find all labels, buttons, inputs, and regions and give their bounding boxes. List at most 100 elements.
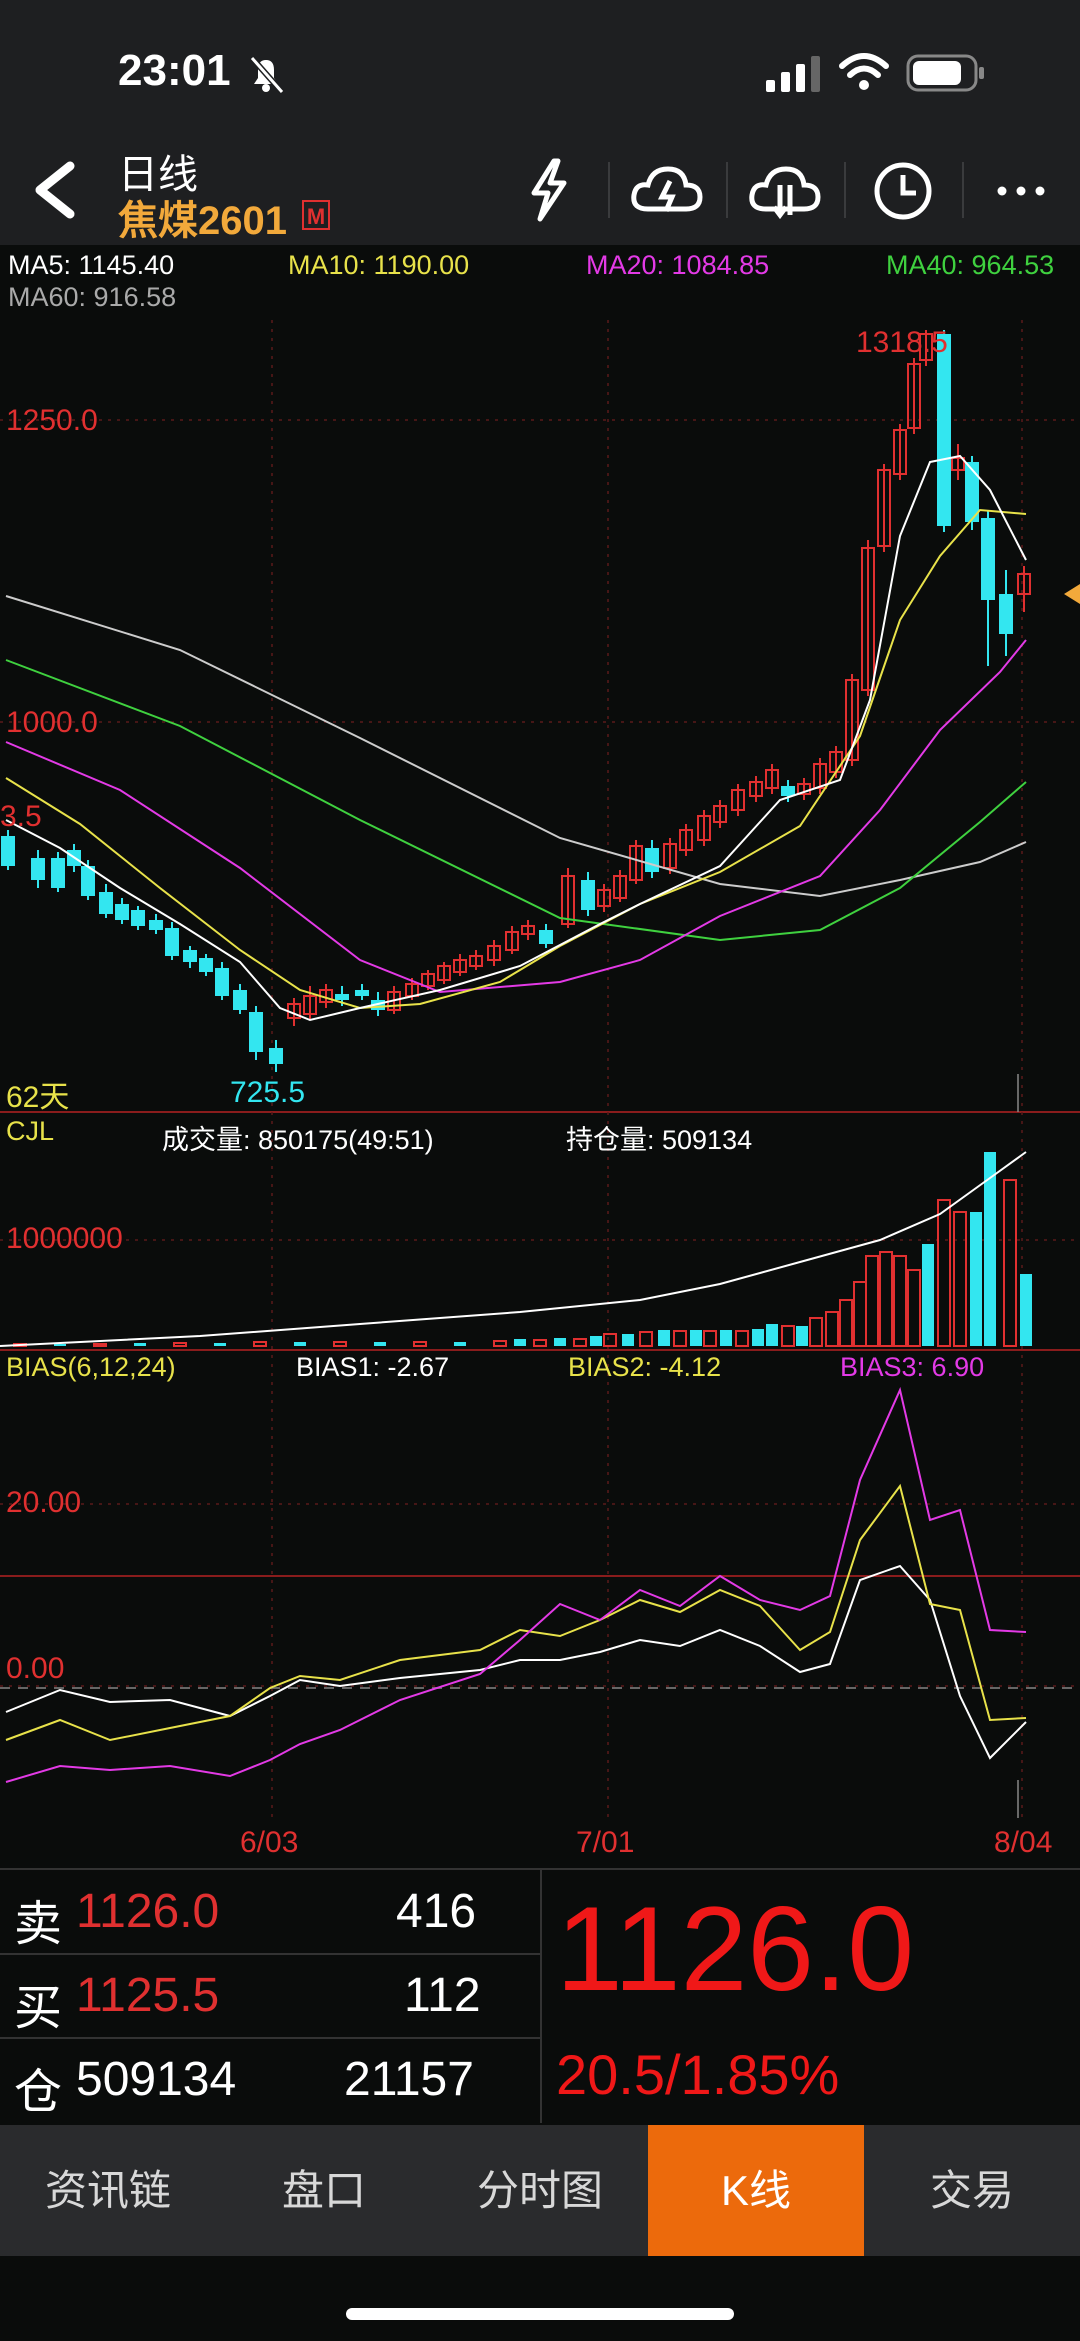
header-separator (962, 162, 964, 218)
volume-bar (953, 1211, 967, 1347)
quote-row-divider (0, 1953, 540, 1955)
candle-body (981, 518, 995, 600)
open-interest-line (0, 1151, 1027, 1347)
volume-bar (720, 1330, 732, 1346)
bias-y-label-20: 20.00 (6, 1486, 82, 1519)
volume-bar (781, 1325, 795, 1347)
candle-body (31, 858, 45, 880)
quote-row-divider (0, 2037, 540, 2039)
candlestick-series (1, 330, 1031, 1072)
clock-icon[interactable] (862, 155, 944, 225)
period-label: 62天 (6, 1081, 70, 1114)
left-edge-price-label: 3.5 (0, 800, 42, 833)
volume-bar (879, 1251, 893, 1347)
volume-bar (413, 1341, 427, 1347)
volume-y-label: 1000000 (6, 1222, 123, 1255)
volume-bar (893, 1255, 907, 1347)
volume-bar (639, 1331, 653, 1347)
x-axis-date-3: 8/04 (994, 1826, 1053, 1859)
bias-y-label-0: 0.00 (6, 1652, 65, 1685)
volume-bar (533, 1339, 547, 1347)
candle-body (581, 880, 595, 910)
volume-bar (796, 1326, 808, 1346)
volume-bar (514, 1339, 526, 1346)
volume-bar (673, 1330, 687, 1347)
bias3-value: BIAS3: 6.90 (840, 1352, 985, 1382)
volume-bar (1020, 1274, 1032, 1346)
volume-bar (703, 1330, 717, 1347)
candle-body (249, 1012, 263, 1052)
cloud-download-icon[interactable] (744, 155, 826, 225)
volume-bar (937, 1199, 951, 1347)
volume-bar (865, 1255, 879, 1347)
battery-icon (906, 54, 984, 92)
sell-label: 卖 (14, 1898, 63, 1951)
current-price-marker-icon (1064, 584, 1080, 604)
volume-bar (825, 1311, 839, 1347)
kline-chart[interactable] (0, 245, 1080, 1867)
tab-intraday[interactable]: 分时图 (432, 2125, 648, 2256)
lightning-icon[interactable] (508, 155, 590, 225)
volume-bar (554, 1338, 566, 1346)
candle-body (233, 990, 247, 1010)
y-label-1250: 1250.0 (6, 404, 98, 437)
price-change: 20.5/1.85% (556, 2043, 840, 2106)
x-axis-date-1: 6/03 (240, 1826, 299, 1859)
candle-body (51, 858, 65, 888)
contract-name[interactable]: 焦煤2601 (118, 188, 287, 246)
candle-body (131, 910, 145, 926)
ma5-line (5, 454, 1027, 1022)
candle-body (999, 594, 1013, 634)
volume-bar (54, 1344, 66, 1346)
volume-bar (253, 1341, 267, 1347)
candle-body (937, 334, 951, 526)
volume-bar (907, 1269, 921, 1347)
quote-divider (540, 1870, 542, 2123)
tab-news-chain[interactable]: 资讯链 (0, 2125, 216, 2256)
volume-bar (374, 1342, 386, 1346)
x-axis-date-2: 7/01 (576, 1826, 635, 1859)
candle-body (335, 994, 349, 1000)
bias1-value: BIAS1: -2.67 (296, 1352, 450, 1382)
open-interest-label: 仓 (14, 2066, 63, 2119)
candle-body (99, 892, 113, 914)
bias-indicator-name[interactable]: BIAS(6,12,24) (6, 1352, 176, 1383)
wifi-icon (839, 53, 889, 90)
volume-bar (690, 1330, 702, 1346)
tab-kline[interactable]: K线 (648, 2125, 864, 2256)
bias2-value: BIAS2: -4.12 (568, 1352, 722, 1382)
volume-bar (622, 1334, 634, 1346)
header-separator (608, 162, 610, 218)
signal-icon (766, 56, 820, 92)
volume-bar (573, 1338, 587, 1347)
cloud-upload-icon[interactable] (626, 155, 708, 225)
candle-body (115, 904, 129, 920)
volume-bar (970, 1212, 982, 1346)
volume-bar (839, 1299, 853, 1347)
more-icon[interactable] (980, 155, 1062, 225)
buy-quantity: 112 (404, 1969, 481, 2022)
volume-bar (809, 1317, 823, 1347)
y-label-1000: 1000.0 (6, 706, 98, 739)
volume-bar (922, 1244, 934, 1346)
tab-trade[interactable]: 交易 (864, 2125, 1080, 2256)
back-arrow-icon[interactable] (20, 148, 90, 233)
open-interest-value: 持仓量: 509134 (566, 1125, 753, 1155)
ma40-line (5, 659, 1027, 942)
volume-value: 成交量: 850175(49:51) (162, 1125, 434, 1155)
volume-bar (294, 1342, 306, 1346)
home-indicator (346, 2308, 734, 2320)
candle-body (781, 786, 795, 796)
low-price-label: 725.5 (230, 1076, 306, 1109)
volume-bar (134, 1343, 146, 1346)
open-interest-change: 21157 (344, 2053, 474, 2106)
header-separator (844, 162, 846, 218)
bias2-line (5, 1483, 1027, 1742)
volume-indicator-name[interactable]: CJL (6, 1116, 54, 1147)
volume-bar (93, 1343, 107, 1347)
candle-body (215, 968, 229, 996)
volume-bars (0, 1151, 1032, 1347)
tab-order-book[interactable]: 盘口 (216, 2125, 432, 2256)
volume-bar (333, 1341, 347, 1347)
header-separator (726, 162, 728, 218)
